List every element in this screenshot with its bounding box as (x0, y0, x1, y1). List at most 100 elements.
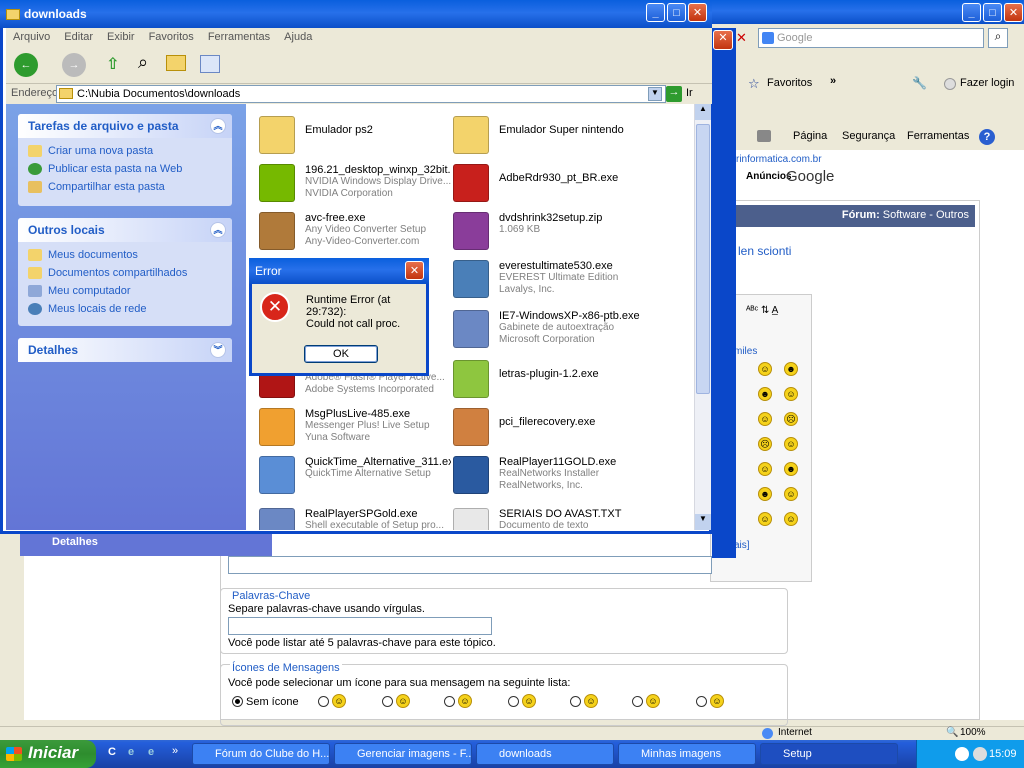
page-menu[interactable]: Página (793, 130, 827, 142)
site-url[interactable]: rinformatica.com.br (736, 154, 822, 165)
menu-favorites[interactable]: Favoritos (149, 31, 194, 43)
file-item[interactable]: RealPlayer11GOLD.exe RealNetworks Install… (445, 452, 645, 500)
file-item[interactable]: Emulador Super nintendo (445, 112, 645, 160)
minimize-icon[interactable]: _ (646, 3, 665, 22)
security-menu[interactable]: Segurança (842, 130, 895, 142)
file-item[interactable]: everestultimate530.exe EVEREST Ultimate E… (445, 256, 645, 304)
icon-radio[interactable] (570, 696, 581, 707)
tools-icon[interactable]: 🔧 (912, 76, 927, 90)
author-link[interactable]: len scionti (738, 244, 791, 258)
task-forum[interactable]: Fórum do Clube do H... (192, 743, 330, 765)
folders-icon[interactable] (166, 55, 186, 71)
volume-icon[interactable] (973, 747, 987, 761)
file-item[interactable]: IE7-WindowsXP-x86-ptb.exe Gabinete de aut… (445, 306, 645, 354)
more-smilies-link[interactable]: ais] (734, 540, 750, 551)
radio-no-icon[interactable] (232, 696, 243, 707)
icon-radio[interactable] (444, 696, 455, 707)
collapse-icon[interactable]: ︽ (210, 222, 226, 238)
file-item[interactable]: pci_filerecovery.exe (445, 404, 645, 452)
close-icon[interactable]: ✕ (713, 30, 733, 50)
smiley-icon[interactable]: ☺ (758, 462, 772, 476)
icon-radio[interactable] (632, 696, 643, 707)
icon-radio[interactable] (382, 696, 393, 707)
favorites-button[interactable]: Favoritos (767, 77, 812, 89)
maximize-icon[interactable]: □ (667, 3, 686, 22)
zoom-level[interactable]: 100% (960, 727, 986, 738)
expand-icon[interactable]: ︾ (210, 342, 226, 358)
icon-radio[interactable] (508, 696, 519, 707)
chevron-more-icon[interactable]: » (830, 75, 836, 87)
quicklaunch-c-icon[interactable]: C (108, 746, 116, 758)
maximize-icon[interactable]: □ (983, 3, 1002, 22)
quicklaunch-ie-icon[interactable]: e (128, 746, 134, 758)
smiley-icon[interactable]: ☹ (784, 412, 798, 426)
menu-help[interactable]: Ajuda (284, 31, 312, 43)
place-my-documents[interactable]: Meus documentos (18, 246, 232, 264)
go-button[interactable]: Ir (686, 87, 693, 99)
smiley-icon[interactable]: ☺ (784, 512, 798, 526)
ads-google[interactable]: Google (786, 168, 834, 185)
file-item[interactable]: RealPlayerSPGold.exe Shell executable of … (251, 504, 451, 530)
smiley-icon[interactable]: ☹ (758, 437, 772, 451)
vertical-scrollbar[interactable]: ▲ ▼ (694, 104, 711, 530)
menu-file[interactable]: Arquivo (13, 31, 50, 43)
task-minhas-imagens[interactable]: Minhas imagens (618, 743, 756, 765)
file-item[interactable]: QuickTime_Alternative_311.exe QuickTime A… (251, 452, 451, 500)
search-icon[interactable]: ⌕ (138, 52, 148, 73)
stop-icon[interactable]: ✕ (736, 30, 750, 45)
file-item[interactable]: letras-plugin-1.2.exe (445, 356, 645, 404)
up-folder-icon[interactable]: ⇧ (106, 54, 126, 74)
close-icon[interactable]: ✕ (1004, 3, 1023, 22)
task-gerenciar[interactable]: Gerenciar imagens - F... (334, 743, 472, 765)
smiley-icon[interactable]: ☺ (784, 487, 798, 501)
ok-button[interactable]: OK (304, 345, 378, 363)
menu-view[interactable]: Exibir (107, 31, 135, 43)
file-item[interactable]: avc-free.exe Any Video Converter Setup Any… (251, 208, 451, 256)
smiley-icon[interactable]: ☺ (758, 362, 772, 376)
smiley-icon[interactable]: ☻ (758, 387, 772, 401)
tools-menu[interactable]: Ferramentas (907, 130, 969, 142)
search-input[interactable]: Google (758, 28, 984, 48)
quicklaunch-ie2-icon[interactable]: e (148, 746, 154, 758)
place-my-computer[interactable]: Meu computador (18, 282, 232, 300)
icon-radio[interactable] (696, 696, 707, 707)
menu-tools[interactable]: Ferramentas (208, 31, 270, 43)
smiley-icon[interactable]: ☺ (758, 512, 772, 526)
close-icon[interactable]: ✕ (405, 261, 424, 280)
minimize-icon[interactable]: _ (962, 3, 981, 22)
task-setup[interactable]: Setup (760, 743, 898, 765)
quicklaunch-more-icon[interactable]: » (172, 745, 178, 757)
spell-icon[interactable]: ᴬᴮᶜ ⇅ A̲ (746, 305, 778, 316)
icon-radio[interactable] (318, 696, 329, 707)
dropdown-icon[interactable]: ▼ (648, 87, 662, 101)
task-new-folder[interactable]: Criar uma nova pasta (18, 142, 232, 160)
file-item[interactable]: dvdshrink32setup.zip 1.069 KB (445, 208, 645, 256)
file-item[interactable]: Emulador ps2 (251, 112, 451, 160)
collapse-icon[interactable]: ︽ (210, 118, 226, 134)
print-icon[interactable] (757, 130, 771, 142)
smiley-icon[interactable]: ☻ (758, 487, 772, 501)
address-input[interactable]: C:\Nubia Documentos\downloads (56, 85, 666, 103)
close-icon[interactable]: ✕ (688, 3, 707, 22)
task-publish-web[interactable]: Publicar esta pasta na Web (18, 160, 232, 178)
smiley-icon[interactable]: ☺ (784, 437, 798, 451)
search-icon[interactable]: ⌕ (988, 28, 1008, 48)
views-icon[interactable] (200, 55, 220, 73)
go-icon[interactable]: → (666, 86, 682, 102)
keywords-input[interactable] (228, 617, 492, 635)
smiley-icon[interactable]: ☻ (784, 362, 798, 376)
help-icon[interactable]: ? (979, 129, 995, 145)
message-textarea-end[interactable] (228, 556, 712, 574)
zoom-icon[interactable]: 🔍 (946, 727, 958, 738)
menu-edit[interactable]: Editar (64, 31, 93, 43)
login-button[interactable]: Fazer login (960, 77, 1014, 89)
file-item[interactable]: MsgPlusLive-485.exe Messenger Plus! Live … (251, 404, 451, 452)
file-item[interactable]: 196.21_desktop_winxp_32bit... NVIDIA Wind… (251, 160, 451, 208)
scrollbar-thumb[interactable] (696, 124, 710, 394)
smiley-icon[interactable]: ☺ (784, 387, 798, 401)
details-title[interactable]: Detalhes (28, 343, 78, 357)
forward-icon[interactable]: → (62, 53, 86, 77)
place-shared-documents[interactable]: Documentos compartilhados (18, 264, 232, 282)
task-downloads[interactable]: downloads (476, 743, 614, 765)
file-item[interactable]: SERIAIS DO AVAST.TXT Documento de texto (445, 504, 645, 530)
